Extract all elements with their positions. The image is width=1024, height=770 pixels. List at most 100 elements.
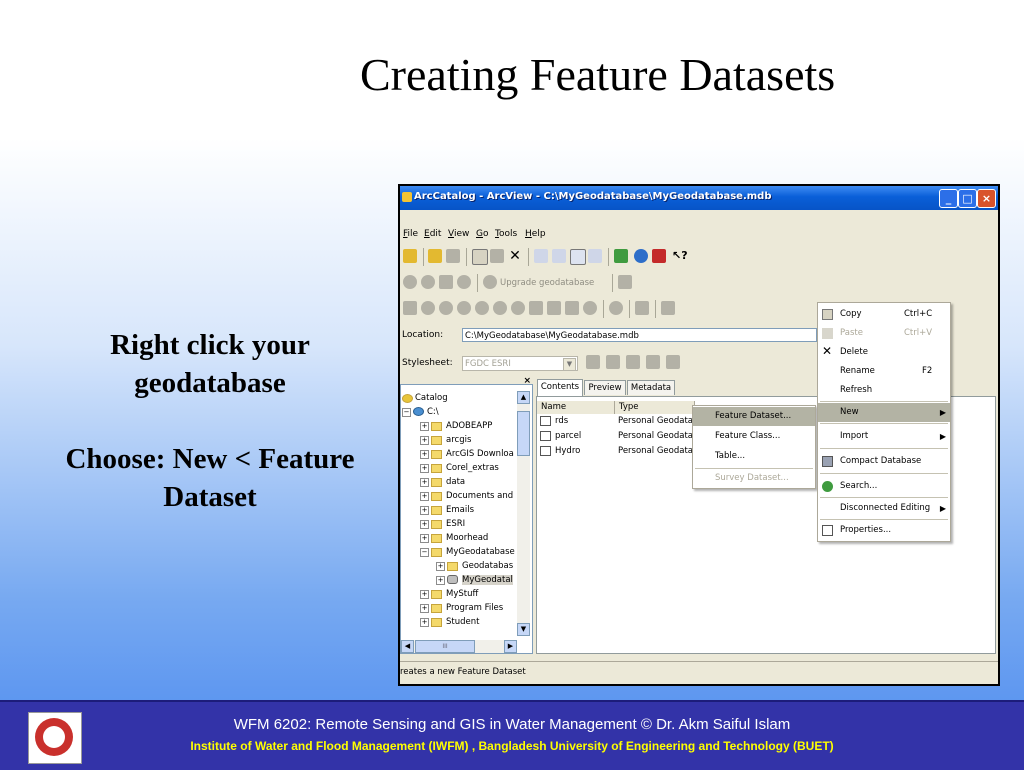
extent-icon[interactable] [529,301,543,315]
menu-view[interactable]: View [448,229,469,239]
globe-icon[interactable] [634,249,648,263]
arctoolbox-icon[interactable] [652,249,666,263]
submenu-arrow-icon: ▶ [939,408,946,417]
zoom-in-icon[interactable] [403,275,417,289]
tab-contents[interactable]: Contents [537,379,583,396]
slide-title: Creating Feature Datasets [360,49,836,100]
location-input[interactable]: C:\MyGeodatabase\MyGeodatabase.mdb [462,328,817,342]
fixed-zoom-out-icon[interactable] [475,301,489,315]
large-icons-icon[interactable] [534,249,548,263]
copy-icon[interactable] [472,249,488,265]
stylesheet-select[interactable]: FGDC ESRI ▼ [462,356,578,371]
arccatalog-icon [402,192,412,202]
menu-item-disconnected-editing[interactable]: Disconnected Editing ▶ [818,499,950,518]
submenu-arrow-icon: ▶ [939,504,946,513]
menu-item-rename[interactable]: Rename F2 [818,362,950,381]
scroll-down-icon[interactable]: ▼ [517,623,530,636]
stylesheet-label: Stylesheet: [402,358,453,368]
create-thumbnail-icon[interactable] [661,301,675,315]
feature-dataset-icon [540,446,551,456]
menu-item-paste: Paste Ctrl+V [818,324,950,343]
thumbnails-icon[interactable] [588,249,602,263]
hscroll-thumb[interactable]: III [415,640,475,653]
upgrade-geodatabase-button[interactable]: Upgrade geodatabase [500,278,594,288]
zoom-tool-2-icon[interactable] [511,301,525,315]
pan-2-icon[interactable] [565,301,579,315]
title-bar: ArcCatalog - ArcView - C:\MyGeodatabase\… [400,186,998,210]
paste-menu-icon [822,328,833,339]
menu-tools[interactable]: Tools [495,229,517,239]
menu-item-feature-dataset[interactable]: Feature Dataset... [693,407,815,426]
footer-course: WFM 6202: Remote Sensing and GIS in Wate… [233,716,791,733]
status-text: reates a new Feature Dataset [400,667,526,677]
chevron-down-icon[interactable]: ▼ [563,358,576,371]
full-extent-2-icon[interactable] [583,301,597,315]
minimize-button[interactable]: _ [939,189,958,208]
menu-item-feature-class[interactable]: Feature Class... [693,427,815,446]
info-icon[interactable] [483,275,497,289]
update-metadata-icon[interactable] [666,355,680,369]
full-extent-icon[interactable] [457,275,471,289]
footer-institute: Institute of Water and Flood Management … [190,739,834,753]
scroll-up-icon[interactable]: ▲ [517,391,530,404]
menu-go[interactable]: Go [476,229,489,239]
tree-vertical-scrollbar[interactable]: ▲ ▼ [517,391,530,636]
close-button[interactable]: × [977,189,996,208]
menu-item-table[interactable]: Table... [693,447,815,466]
tab-metadata[interactable]: Metadata [627,380,675,395]
menu-item-copy[interactable]: Copy Ctrl+C [818,305,950,324]
select-icon[interactable] [403,301,417,315]
menu-file[interactable]: File [403,229,418,239]
whats-this-icon[interactable]: ↖? [672,249,688,263]
up-one-level-icon[interactable] [403,249,417,263]
edit-metadata-icon[interactable] [586,355,600,369]
menu-item-search[interactable]: Search... [818,477,950,496]
metadata-tool-icon[interactable] [618,275,632,289]
menu-bar: File Edit View Go Tools Help [400,226,998,242]
zoom-in-2-icon[interactable] [421,301,435,315]
menu-item-compact-database[interactable]: Compact Database [818,452,950,471]
zoom-tool-icon[interactable] [493,301,507,315]
scroll-right-icon[interactable]: ▶ [504,640,517,653]
extent-2-icon[interactable] [547,301,561,315]
location-label: Location: [402,330,444,340]
menu-item-properties[interactable]: Properties... [818,521,950,540]
properties-metadata-icon[interactable] [606,355,620,369]
menu-edit[interactable]: Edit [424,229,441,239]
paste-icon[interactable] [490,249,504,263]
launch-arcmap-icon[interactable] [614,249,628,263]
fixed-zoom-in-icon[interactable] [457,301,471,315]
column-name[interactable]: Name [537,401,615,414]
scroll-left-icon[interactable]: ◀ [401,640,414,653]
zoom-out-icon[interactable] [421,275,435,289]
details-icon[interactable] [570,249,586,265]
tree-horizontal-scrollbar[interactable]: ◀ III ▶ [401,640,517,653]
tab-preview[interactable]: Preview [584,380,626,395]
maximize-button[interactable]: □ [958,189,977,208]
menu-help[interactable]: Help [525,229,546,239]
column-type[interactable]: Type [615,401,695,414]
identify-icon[interactable] [609,301,623,315]
zoom-out-2-icon[interactable] [439,301,453,315]
delete-icon[interactable]: ✕ [508,249,522,263]
metadata-toolbar [586,352,706,374]
feature-dataset-icon [540,431,551,441]
instructions: Right click your geodatabase Choose: New… [60,326,360,516]
menu-item-new[interactable]: New ▶ [818,403,950,422]
scroll-thumb[interactable] [517,411,530,456]
properties-icon [822,525,833,536]
import-metadata-icon[interactable] [646,355,660,369]
grid-icon[interactable] [635,301,649,315]
menu-item-delete[interactable]: ✕ Delete [818,343,950,362]
geography-toolbar: Upgrade geodatabase [400,272,998,294]
connect-folder-icon[interactable] [428,249,442,263]
list-icon[interactable] [552,249,566,263]
menu-item-import[interactable]: Import ▶ [818,427,950,446]
pan-icon[interactable] [439,275,453,289]
copy-menu-icon [822,309,833,320]
menu-item-refresh[interactable]: Refresh [818,381,950,400]
disconnect-folder-icon[interactable] [446,249,460,263]
window-title: ArcCatalog - ArcView - C:\MyGeodatabase\… [414,191,772,202]
export-metadata-icon[interactable] [626,355,640,369]
instruction-right-click: Right click your geodatabase [110,329,310,399]
